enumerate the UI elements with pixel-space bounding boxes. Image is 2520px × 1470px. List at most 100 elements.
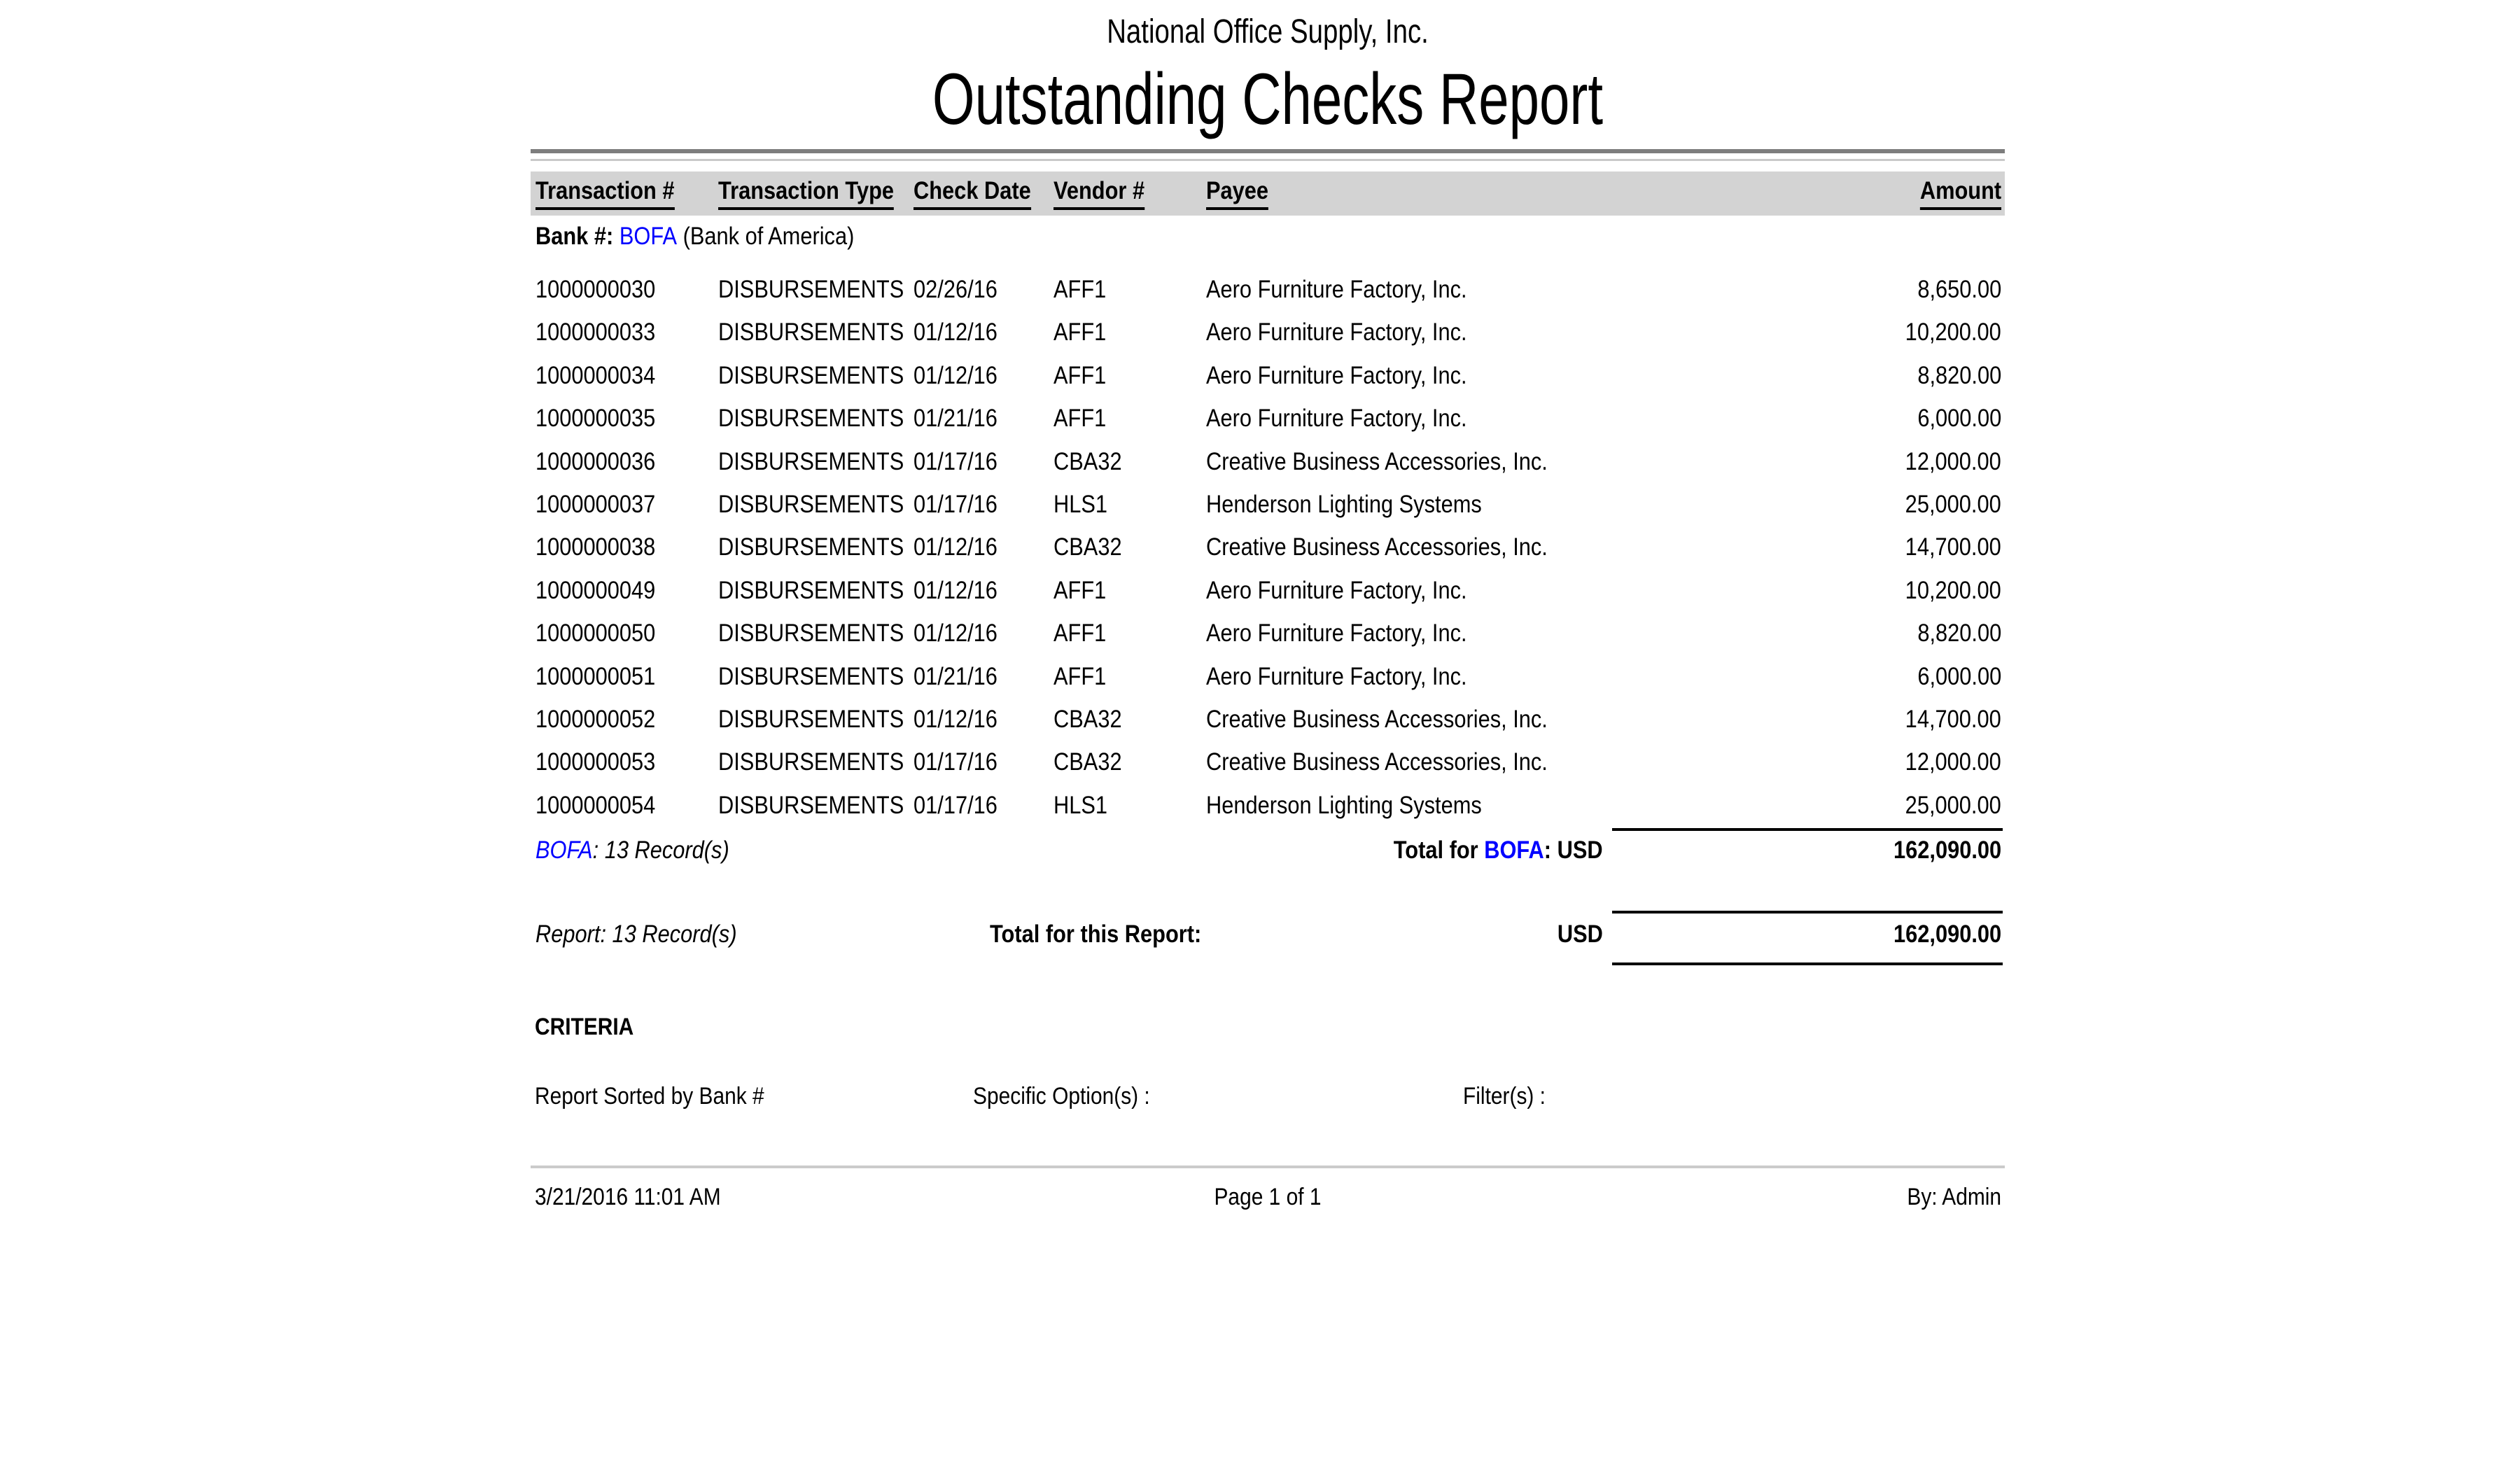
cell-amount: 10,200.00 (1905, 569, 2001, 612)
cell-transaction-number: 1000000050 (536, 612, 655, 654)
cell-amount: 25,000.00 (1905, 483, 2001, 526)
table-body: 1000000030 DISBURSEMENTS 02/26/16 AFF1 A… (531, 268, 2005, 827)
table-row: 1000000037 DISBURSEMENTS 01/17/16 HLS1 H… (531, 483, 2005, 526)
column-header-transaction-type: Transaction Type (718, 177, 894, 210)
cell-check-date: 02/26/16 (913, 268, 997, 311)
title-rule-thin (531, 159, 2005, 161)
criteria-specific-options: Specific Option(s) : (973, 1081, 1150, 1112)
cell-transaction-number: 1000000030 (536, 268, 655, 311)
table-row: 1000000052 DISBURSEMENTS 01/12/16 CBA32 … (531, 698, 2005, 741)
column-header-transaction-number: Transaction # (536, 177, 675, 210)
cell-payee: Henderson Lighting Systems (1206, 784, 1482, 827)
cell-payee: Aero Furniture Factory, Inc. (1206, 612, 1467, 654)
cell-vendor-number: AFF1 (1054, 311, 1106, 354)
table-row: 1000000054 DISBURSEMENTS 01/17/16 HLS1 H… (531, 784, 2005, 827)
group-total-rule (1612, 828, 2003, 831)
cell-payee: Creative Business Accessories, Inc. (1206, 741, 1548, 783)
spacer (677, 223, 683, 250)
cell-transaction-type: DISBURSEMENTS (718, 741, 904, 783)
criteria-row: Report Sorted by Bank # Specific Option(… (531, 1081, 2005, 1112)
table-header-row: Transaction # Transaction Type Check Dat… (531, 172, 2005, 216)
group-total-prefix: Total for (1394, 836, 1484, 864)
cell-amount: 25,000.00 (1905, 784, 2001, 827)
cell-vendor-number: AFF1 (1054, 354, 1106, 397)
report-total-rule-bottom (1612, 962, 2003, 965)
cell-check-date: 01/17/16 (913, 440, 997, 483)
table-row: 1000000030 DISBURSEMENTS 02/26/16 AFF1 A… (531, 268, 2005, 311)
cell-transaction-number: 1000000038 (536, 526, 655, 568)
column-header-check-date: Check Date (913, 177, 1031, 210)
cell-check-date: 01/17/16 (913, 784, 997, 827)
cell-vendor-number: CBA32 (1054, 440, 1122, 483)
cell-payee: Aero Furniture Factory, Inc. (1206, 268, 1467, 311)
bank-code: BOFA (620, 223, 677, 250)
cell-transaction-number: 1000000054 (536, 784, 655, 827)
column-header-vendor-number: Vendor # (1054, 177, 1144, 210)
column-header-payee: Payee (1206, 177, 1268, 210)
cell-payee: Aero Furniture Factory, Inc. (1206, 354, 1467, 397)
report-total-row: Report: 13 Record(s) Total for this Repo… (531, 917, 2005, 952)
spacer (613, 223, 620, 250)
bank-group-total-row: BOFA: 13 Record(s) Total for BOFA: USD 1… (531, 833, 2005, 868)
cell-payee: Creative Business Accessories, Inc. (1206, 440, 1548, 483)
cell-transaction-type: DISBURSEMENTS (718, 784, 904, 827)
cell-transaction-number: 1000000034 (536, 354, 655, 397)
cell-amount: 12,000.00 (1905, 440, 2001, 483)
cell-payee: Henderson Lighting Systems (1206, 483, 1482, 526)
cell-transaction-number: 1000000053 (536, 741, 655, 783)
table-row: 1000000050 DISBURSEMENTS 01/12/16 AFF1 A… (531, 612, 2005, 654)
table-row: 1000000053 DISBURSEMENTS 01/17/16 CBA32 … (531, 741, 2005, 783)
group-total-bank-code: BOFA (1485, 836, 1545, 864)
table-row: 1000000049 DISBURSEMENTS 01/12/16 AFF1 A… (531, 569, 2005, 612)
table-row: 1000000038 DISBURSEMENTS 01/12/16 CBA32 … (531, 526, 2005, 568)
cell-check-date: 01/21/16 (913, 655, 997, 698)
table-row: 1000000051 DISBURSEMENTS 01/21/16 AFF1 A… (531, 655, 2005, 698)
table-row: 1000000034 DISBURSEMENTS 01/12/16 AFF1 A… (531, 354, 2005, 397)
bank-group-header: Bank #: BOFA (Bank of America) (536, 223, 854, 251)
cell-transaction-type: DISBURSEMENTS (718, 655, 904, 698)
footer-generated-by: By: Admin (1907, 1182, 2001, 1212)
cell-vendor-number: AFF1 (1054, 569, 1106, 612)
cell-transaction-number: 1000000036 (536, 440, 655, 483)
cell-transaction-type: DISBURSEMENTS (718, 612, 904, 654)
group-record-count: BOFA: 13 Record(s) (536, 833, 729, 868)
cell-transaction-type: DISBURSEMENTS (718, 397, 904, 440)
cell-check-date: 01/12/16 (913, 698, 997, 741)
cell-check-date: 01/12/16 (913, 311, 997, 354)
outstanding-checks-report: National Office Supply, Inc. Outstanding… (531, 0, 2005, 1470)
cell-transaction-type: DISBURSEMENTS (718, 354, 904, 397)
cell-payee: Aero Furniture Factory, Inc. (1206, 397, 1467, 440)
cell-check-date: 01/21/16 (913, 397, 997, 440)
cell-vendor-number: CBA32 (1054, 741, 1122, 783)
cell-transaction-number: 1000000033 (536, 311, 655, 354)
bank-name: (Bank of America) (683, 223, 855, 250)
cell-payee: Aero Furniture Factory, Inc. (1206, 569, 1467, 612)
cell-transaction-number: 1000000049 (536, 569, 655, 612)
cell-vendor-number: AFF1 (1054, 612, 1106, 654)
cell-transaction-number: 1000000035 (536, 397, 655, 440)
cell-check-date: 01/12/16 (913, 569, 997, 612)
cell-vendor-number: HLS1 (1054, 483, 1107, 526)
cell-payee: Creative Business Accessories, Inc. (1206, 698, 1548, 741)
group-record-bank-code: BOFA (536, 836, 593, 864)
bank-label: Bank #: (536, 223, 613, 250)
report-total-currency: USD (1558, 917, 1603, 952)
cell-amount: 8,820.00 (1917, 354, 2001, 397)
cell-amount: 14,700.00 (1905, 526, 2001, 568)
cell-vendor-number: CBA32 (1054, 698, 1122, 741)
cell-vendor-number: CBA32 (1054, 526, 1122, 568)
cell-amount: 10,200.00 (1905, 311, 2001, 354)
criteria-heading: CRITERIA (535, 1014, 634, 1041)
footer-rule (531, 1166, 2005, 1168)
report-title: Outstanding Checks Report (715, 60, 1821, 139)
criteria-filters: Filter(s) : (1463, 1081, 1546, 1112)
cell-check-date: 01/17/16 (913, 741, 997, 783)
cell-amount: 8,650.00 (1917, 268, 2001, 311)
cell-transaction-type: DISBURSEMENTS (718, 698, 904, 741)
table-row: 1000000035 DISBURSEMENTS 01/21/16 AFF1 A… (531, 397, 2005, 440)
cell-vendor-number: HLS1 (1054, 784, 1107, 827)
title-rule-thick (531, 149, 2005, 153)
group-total-label: Total for BOFA: USD (1394, 833, 1603, 868)
cell-amount: 6,000.00 (1917, 655, 2001, 698)
cell-transaction-type: DISBURSEMENTS (718, 440, 904, 483)
